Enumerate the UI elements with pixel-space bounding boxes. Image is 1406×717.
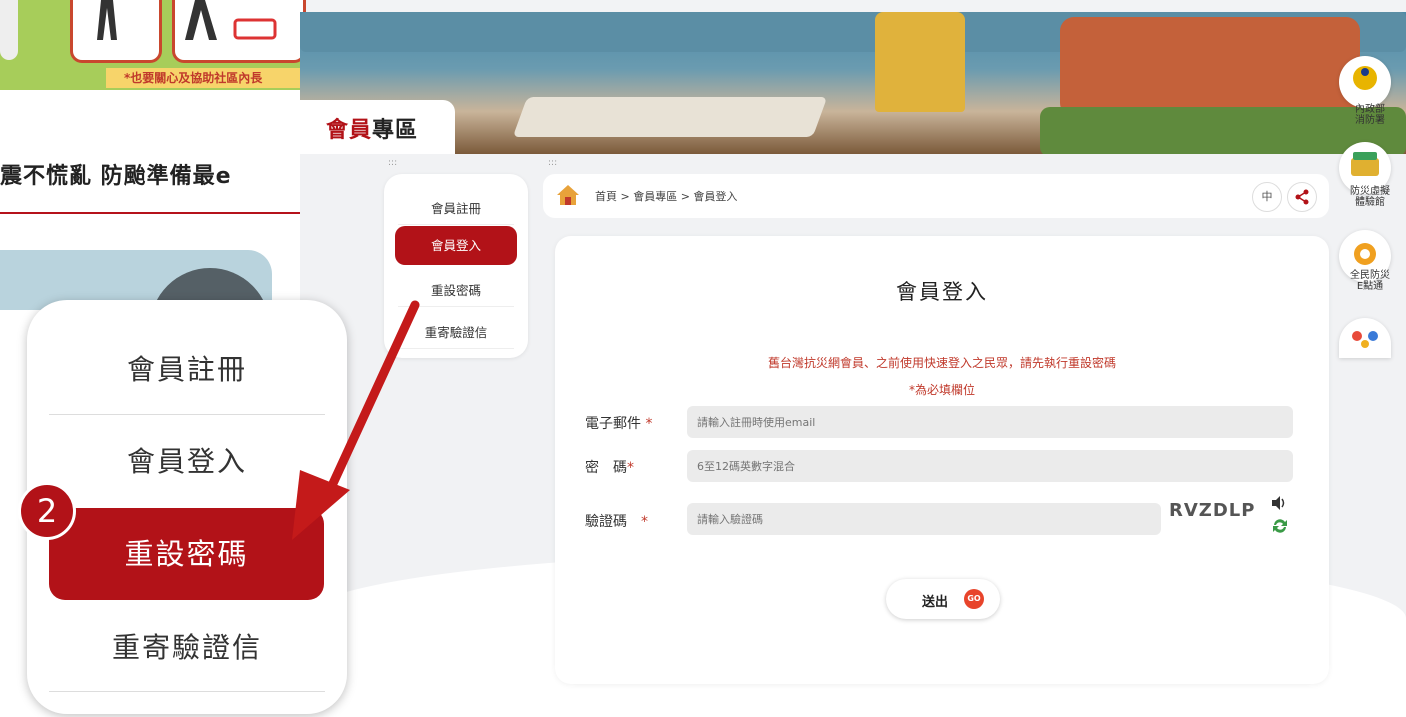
home-icon[interactable] [556, 184, 580, 206]
language-button[interactable]: 中 [1252, 182, 1282, 212]
sidebar-item-reset-password[interactable]: 重設密碼 [384, 280, 528, 299]
sidebar-item-login[interactable]: 會員登入 [395, 226, 517, 265]
banner-note: *也要關心及協助社區內長 [106, 68, 300, 88]
required-note: *為必填欄位 [908, 383, 975, 397]
password-label: 密 碼* [585, 460, 634, 476]
captcha-label: 驗證碼 * [585, 514, 648, 530]
nfa-link[interactable] [1339, 56, 1391, 108]
illustration-card [172, 0, 306, 63]
password-field[interactable] [687, 450, 1293, 482]
vr-hall-label: 防災虛擬 體驗館 [1350, 186, 1390, 208]
login-card: 會員登入 舊台灣抗災網會員、之前使用快速登入之民眾，請先執行重設密碼 *為必填欄… [555, 236, 1329, 684]
go-icon: GO [964, 589, 984, 609]
accesskey-marker: ::: [388, 158, 398, 168]
family-icon [1352, 331, 1378, 348]
captcha-image: RVZDLP [1169, 500, 1256, 521]
share-button[interactable] [1287, 182, 1317, 212]
page-banner: 會員專區 [300, 12, 1406, 154]
speaker-icon[interactable] [1270, 494, 1288, 512]
captcha-field[interactable] [687, 503, 1161, 535]
e-point-label: 全民防災 E點通 [1350, 270, 1390, 292]
zoom-item-register: 會員註冊 [126, 353, 247, 386]
accesskey-marker: ::: [548, 158, 558, 168]
share-icon [1295, 189, 1309, 205]
submit-button[interactable]: 送出 GO [886, 579, 1000, 619]
zoom-item-resend-verification: 重寄驗證信 [111, 631, 262, 664]
email-field[interactable] [687, 406, 1293, 438]
section-title: 會員專區 [300, 100, 455, 154]
breadcrumb: 首頁 > 會員專區 > 會員登入 中 [543, 174, 1329, 218]
breadcrumb-text[interactable]: 首頁 > 會員專區 > 會員登入 [595, 188, 737, 204]
illustration-card [70, 0, 162, 63]
zoom-item-reset-password[interactable]: 重設密碼 [49, 508, 324, 600]
page-title: 會員登入 [896, 280, 988, 304]
zoom-item-login: 會員登入 [126, 445, 247, 478]
member-sidebar: 會員註冊 會員登入 重設密碼 重寄驗證信 [384, 174, 528, 358]
nfa-logo-icon [1353, 66, 1377, 90]
email-label: 電子郵件 * [585, 416, 653, 432]
sidebar-item-resend-verification[interactable]: 重寄驗證信 [384, 322, 528, 341]
background-headline: 震不慌亂 防颱準備最e [0, 164, 232, 189]
refresh-icon[interactable] [1270, 516, 1290, 536]
sidebar-item-register[interactable]: 會員註冊 [384, 198, 528, 217]
step-badge: 2 [18, 482, 76, 540]
family-link[interactable] [1339, 318, 1391, 358]
divider [0, 212, 300, 214]
reset-notice: 舊台灣抗災網會員、之前使用快速登入之民眾，請先執行重設密碼 [767, 356, 1116, 370]
page-frame: 會員專區 ::: ::: 會員註冊 會員登入 重設密碼 重寄驗證信 首頁 > 會… [300, 12, 1406, 717]
nfa-label: 內政部 消防署 [1355, 104, 1385, 126]
